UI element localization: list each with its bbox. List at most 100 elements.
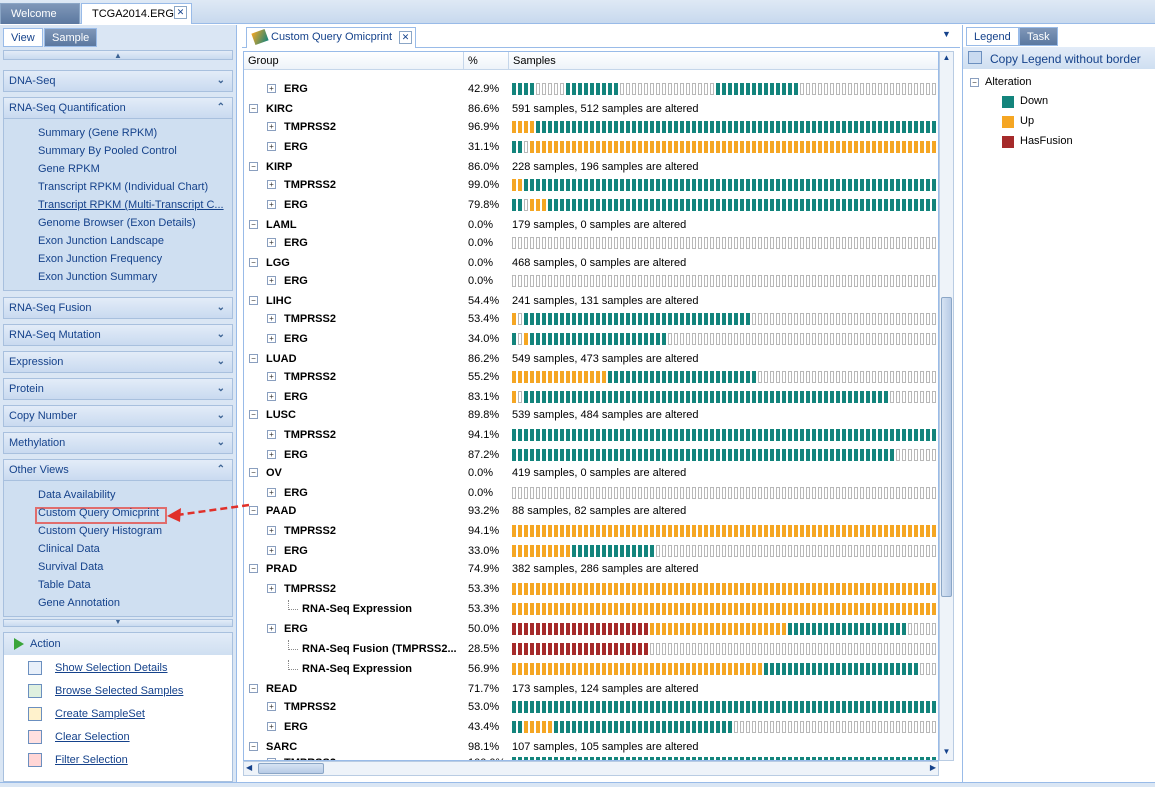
scroll-up-icon[interactable]: ▲ [941,53,952,64]
table-row[interactable]: − KIRP 86.0% 228 samples, 196 samples are a… [244,158,938,177]
sample-bar-strip[interactable] [512,429,938,441]
table-row[interactable]: − LGG 0.0% 468 samples, 0 samples are alter… [244,254,938,273]
other-views-link[interactable]: Custom Query Histogram [38,525,162,537]
expand-icon[interactable]: + [267,84,276,93]
tab-welcome[interactable]: Welcome [0,3,80,24]
sample-bar-strip[interactable] [512,199,938,211]
section-protein[interactable]: Protein ⌄ [3,378,233,400]
sample-bar-strip[interactable] [512,313,938,325]
expand-icon[interactable]: + [267,392,276,401]
collapse-icon[interactable]: − [249,742,258,751]
sample-bar-strip[interactable] [512,663,938,675]
sample-bar-strip[interactable] [512,333,938,345]
section-rna-quant[interactable]: RNA-Seq Quantification ⌃ [3,97,233,119]
rna-quant-link[interactable]: Transcript RPKM (Multi-Transcript C... [38,199,224,211]
sample-bar-strip[interactable] [512,275,938,287]
section-dna-seq[interactable]: DNA-Seq ⌄ [3,70,233,92]
table-row[interactable]: + TMPRSS2 99.0% [244,176,938,195]
rna-quant-link[interactable]: Summary (Gene RPKM) [38,127,157,139]
table-row[interactable]: − KIRC 86.6% 591 samples, 512 samples are a… [244,100,938,119]
sample-bar-strip[interactable] [512,141,938,153]
table-row[interactable]: + ERG 50.0% [244,620,938,639]
table-row[interactable]: + ERG 0.0% [244,234,938,253]
collapse-icon[interactable]: − [249,258,258,267]
sample-bar-strip[interactable] [512,487,938,499]
table-row[interactable]: − PAAD 93.2% 88 samples, 82 samples are alt… [244,502,938,521]
scroll-down-icon[interactable]: ▼ [941,747,952,758]
table-row[interactable]: + ERG 42.9% [244,80,938,99]
table-row[interactable]: + ERG 87.2% [244,446,938,465]
section-copy-number[interactable]: Copy Number ⌄ [3,405,233,427]
sample-bar-strip[interactable] [512,237,938,249]
table-row[interactable]: − READ 71.7% 173 samples, 124 samples are a… [244,680,938,699]
scroll-up-icon[interactable]: ▲ [3,50,233,60]
scroll-left-icon[interactable]: ◀ [246,763,252,772]
rna-quant-link[interactable]: Genome Browser (Exon Details) [38,217,196,229]
other-views-link[interactable]: Data Availability [38,489,115,501]
expand-icon[interactable]: + [267,546,276,555]
table-row[interactable]: − LUAD 86.2% 549 samples, 473 samples are a… [244,350,938,369]
table-row[interactable]: RNA-Seq Expression 53.3% [244,600,938,619]
collapse-icon[interactable]: − [249,410,258,419]
sample-bar-strip[interactable] [512,623,938,635]
action-link[interactable]: Create SampleSet [55,708,145,720]
hscroll-thumb[interactable] [258,763,324,774]
collapse-icon[interactable]: − [249,684,258,693]
copy-legend-button[interactable]: Copy Legend without border [990,52,1141,66]
collapse-icon[interactable]: − [249,354,258,363]
table-row[interactable]: + ERG 34.0% [244,330,938,349]
column-header-group[interactable]: Group [244,52,464,70]
column-header-percent[interactable]: % [464,52,509,70]
sample-bar-strip[interactable] [512,121,938,133]
vertical-scrollbar[interactable]: ▲ ▼ [939,51,954,761]
section-expression[interactable]: Expression ⌄ [3,351,233,373]
collapse-icon[interactable]: − [970,78,979,87]
action-link[interactable]: Clear Selection [55,731,130,743]
expand-icon[interactable]: + [267,276,276,285]
other-views-link[interactable]: Custom Query Omicprint [38,507,159,519]
expand-icon[interactable]: + [267,238,276,247]
other-views-link[interactable]: Survival Data [38,561,103,573]
section-other-views[interactable]: Other Views ⌃ [3,459,233,481]
expand-icon[interactable]: + [267,180,276,189]
table-row[interactable]: + ERG 83.1% [244,388,938,407]
sample-bar-strip[interactable] [512,449,938,461]
action-link[interactable]: Filter Selection [55,754,128,766]
collapse-icon[interactable]: − [249,162,258,171]
expand-icon[interactable]: + [267,584,276,593]
table-row[interactable]: + TMPRSS2 53.0% [244,698,938,717]
table-row[interactable]: +TMPRSS2100.0% [244,754,938,760]
collapse-icon[interactable]: − [249,104,258,113]
table-row[interactable]: + ERG 43.4% [244,718,938,737]
close-tab-icon[interactable]: ✕ [399,31,412,44]
rna-quant-link[interactable]: Exon Junction Summary [38,271,157,283]
section-rna-fusion[interactable]: RNA-Seq Fusion ⌄ [3,297,233,319]
table-row[interactable]: RNA-Seq Fusion (TMPRSS2... 28.5% [244,640,938,659]
horizontal-scrollbar[interactable]: ◀ ▶ [243,761,939,776]
table-row[interactable]: + TMPRSS2 96.9% [244,118,938,137]
expand-icon[interactable]: + [267,430,276,439]
sample-bar-strip[interactable] [512,603,938,615]
expand-icon[interactable]: + [267,702,276,711]
sample-bar-strip[interactable] [512,371,938,383]
other-views-link[interactable]: Table Data [38,579,91,591]
collapse-icon[interactable]: − [249,468,258,477]
other-views-link[interactable]: Clinical Data [38,543,100,555]
collapse-icon[interactable]: − [249,564,258,573]
expand-icon[interactable]: + [267,334,276,343]
sample-bar-strip[interactable] [512,391,938,403]
collapse-icon[interactable]: − [249,220,258,229]
rna-quant-link[interactable]: Transcript RPKM (Individual Chart) [38,181,208,193]
expand-icon[interactable]: + [267,488,276,497]
expand-icon[interactable]: + [267,526,276,535]
close-tab-icon[interactable]: ✕ [174,6,187,19]
tab-task[interactable]: Task [1019,27,1058,46]
table-row[interactable]: + ERG 0.0% [244,484,938,503]
sample-bar-strip[interactable] [512,179,938,191]
expand-icon[interactable]: + [267,722,276,731]
table-row[interactable]: − LAML 0.0% 179 samples, 0 samples are alte… [244,216,938,235]
table-row[interactable]: + TMPRSS2 94.1% [244,522,938,541]
sample-bar-strip[interactable] [512,583,938,595]
rna-quant-link[interactable]: Summary By Pooled Control [38,145,177,157]
collapse-icon[interactable]: − [249,506,258,515]
